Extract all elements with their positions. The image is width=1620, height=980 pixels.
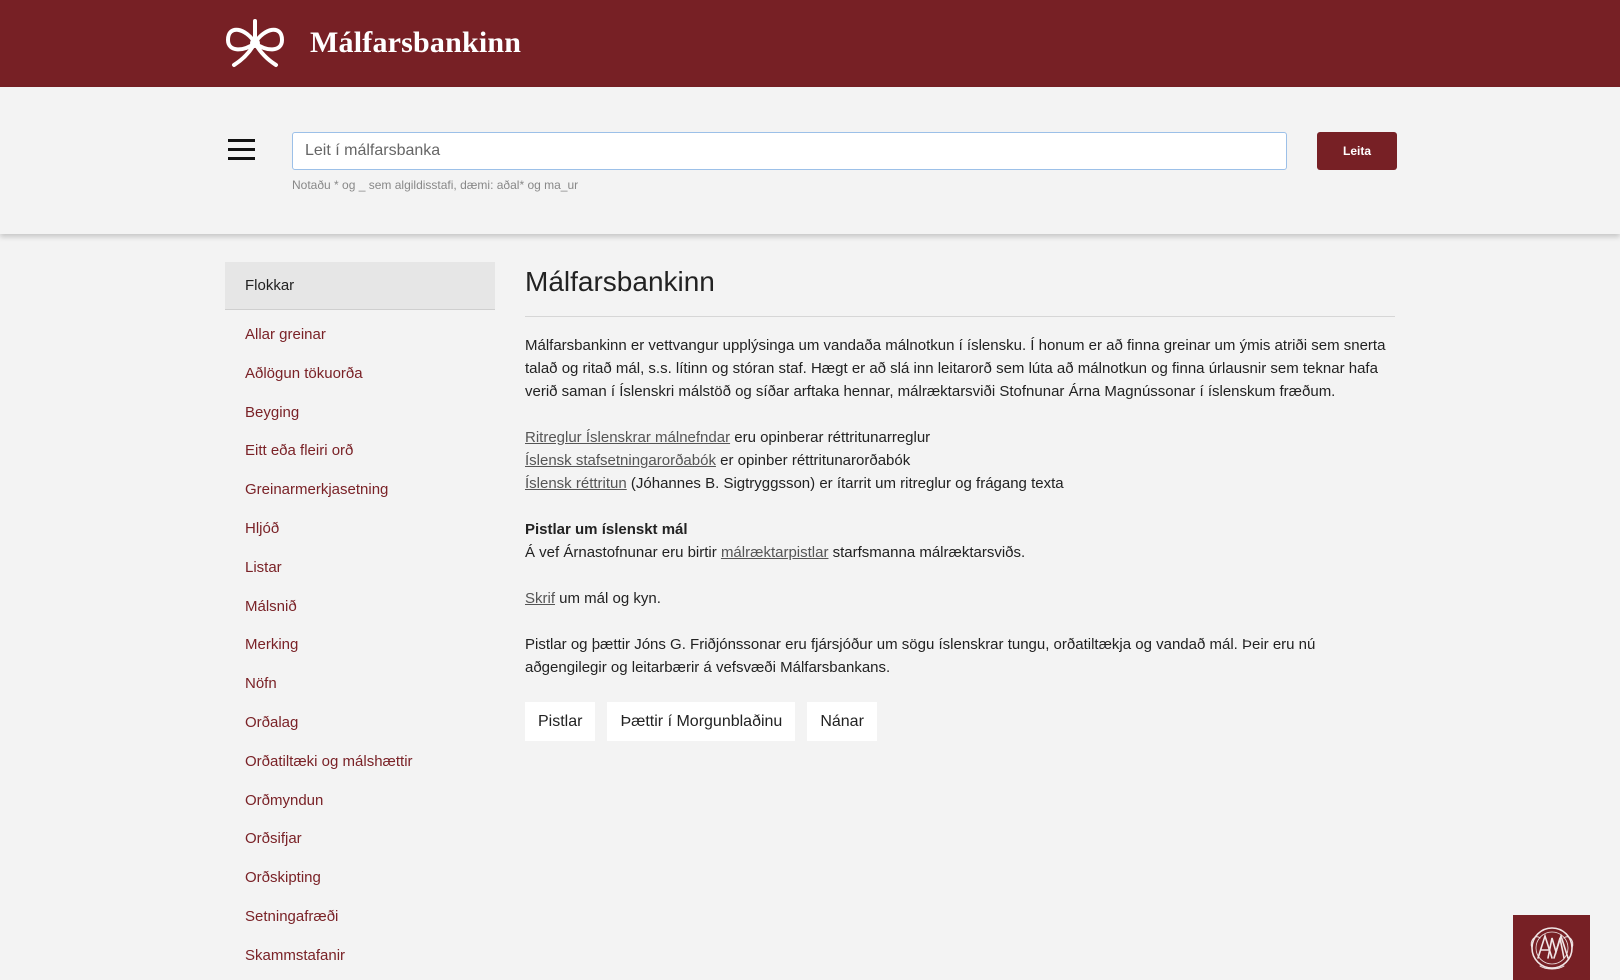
pistlar-heading: Pistlar um íslenskt mál [525,521,688,538]
pistlar-line: Á vef Árnastofnunar eru birtir málræktar… [525,541,1395,564]
search-button[interactable]: Leita [1317,132,1397,170]
ama-badge-link[interactable] [1513,915,1590,980]
thaettir-morgunbladinu-button[interactable]: Þættir í Morgunblaðinu [607,702,796,741]
skrif-link[interactable]: Skrif [525,590,555,607]
main-content: Málfarsbankinn Málfarsbankinn er vettvan… [525,262,1395,741]
skrif-line: Skrif um mál og kyn. [525,587,1395,610]
sidebar-item-ordsifjar[interactable]: Orðsifjar [225,820,495,859]
sidebar-item-listar[interactable]: Listar [225,549,495,588]
sidebar-item-hljod[interactable]: Hljóð [225,510,495,549]
category-list: Allar greinar Aðlögun tökuorða Beyging E… [225,310,495,976]
page-title: Málfarsbankinn [525,262,1395,317]
resource-line: Íslensk stafsetningarorðabók er opinber … [525,449,1395,472]
sidebar-item-allar-greinar[interactable]: Allar greinar [225,316,495,355]
sidebar-item-ordmyndun[interactable]: Orðmyndun [225,782,495,821]
resource-description: (Jóhannes B. Sigtryggsson) er ítarrit um… [626,475,1064,492]
sidebar-item-nofn[interactable]: Nöfn [225,665,495,704]
bow-icon [225,19,285,67]
skrif-text-after: um mál og kyn. [555,590,661,607]
sidebar-item-merking[interactable]: Merking [225,626,495,665]
sidebar-item-eitt-eda-fleiri-ord[interactable]: Eitt eða fleiri orð [225,432,495,471]
sidebar-item-malsnid[interactable]: Málsnið [225,588,495,627]
nanar-button[interactable]: Nánar [807,702,877,741]
resource-description: er opinber réttritunarorðabók [715,452,911,469]
sidebar-item-ordskipting[interactable]: Orðskipting [225,859,495,898]
brand-name: Málfarsbankinn [310,26,522,59]
pistlar-text-after: starfsmanna málræktarsviðs. [828,544,1026,561]
jon-paragraph: Pistlar og þættir Jóns G. Friðjónssonar … [525,636,1316,676]
sidebar-item-ordatilt-malshaettir[interactable]: Orðatiltæki og málshættir [225,743,495,782]
search-input[interactable] [292,132,1287,170]
resource-description: eru opinberar réttritunarreglur [730,429,931,446]
resource-links: Ritreglur Íslenskrar málnefndar eru opin… [525,426,1395,495]
resource-line: Ritreglur Íslenskrar málnefndar eru opin… [525,426,1395,449]
stafsetningarordabok-link[interactable]: Íslensk stafsetningarorðabók [525,452,716,469]
hamburger-menu-icon[interactable] [228,139,255,161]
rettritun-link[interactable]: Íslensk réttritun [525,475,627,492]
resource-line: Íslensk réttritun (Jóhannes B. Sigtryggs… [525,472,1395,495]
home-link[interactable]: Málfarsbankinn [224,18,521,68]
search-hint: Notaðu * og _ sem algildisstafi, dæmi: a… [292,178,579,192]
category-sidebar: Flokkar Allar greinar Aðlögun tökuorða B… [225,262,495,976]
search-band: Notaðu * og _ sem algildisstafi, dæmi: a… [0,87,1620,234]
sidebar-item-setningafraedi[interactable]: Setningafræði [225,898,495,937]
ritreglur-link[interactable]: Ritreglur Íslenskrar málnefndar [525,429,730,446]
pistlar-button[interactable]: Pistlar [525,702,596,741]
sidebar-item-ordalag[interactable]: Orðalag [225,704,495,743]
intro-paragraph: Málfarsbankinn er vettvangur upplýsinga … [525,337,1386,400]
site-header: Málfarsbankinn [0,0,1620,87]
pistlar-text-before: Á vef Árnastofnunar eru birtir [525,544,721,561]
sidebar-item-greinarmerkjasetning[interactable]: Greinarmerkjasetning [225,471,495,510]
sidebar-item-adlogun-tokuorda[interactable]: Aðlögun tökuorða [225,355,495,394]
malraektarpistlar-link[interactable]: málræktarpistlar [721,544,829,561]
sidebar-header: Flokkar [225,262,495,310]
sidebar-item-beyging[interactable]: Beyging [225,394,495,433]
pistlar-buttons: Pistlar Þættir í Morgunblaðinu Nánar [525,702,1395,741]
sidebar-item-skammstafanir[interactable]: Skammstafanir [225,937,495,976]
ama-monogram-icon [1530,926,1573,969]
